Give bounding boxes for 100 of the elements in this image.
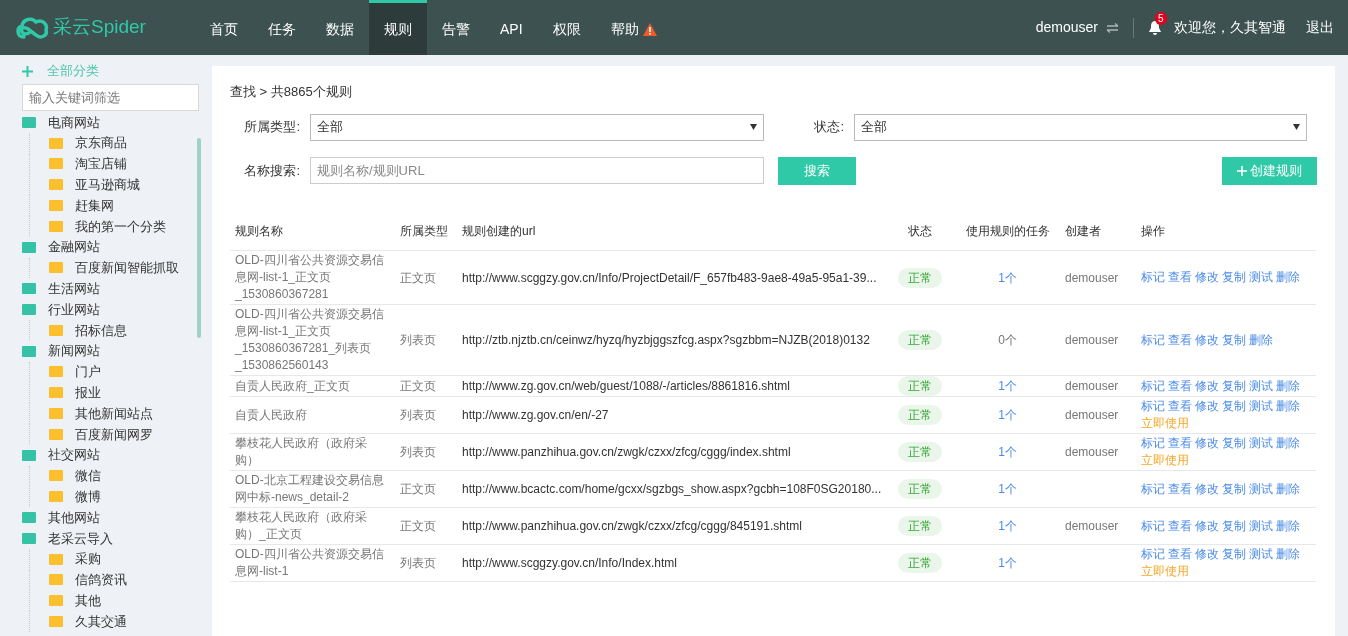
logo-text[interactable]: 采云Spider bbox=[53, 13, 146, 42]
action-link[interactable]: 复制 bbox=[1222, 269, 1246, 286]
use-now-link[interactable]: 立即使用 bbox=[1141, 563, 1189, 580]
action-link[interactable]: 测试 bbox=[1249, 435, 1273, 452]
action-link[interactable]: 测试 bbox=[1249, 398, 1273, 415]
tree-item[interactable]: 久其交通 bbox=[75, 611, 127, 632]
action-link[interactable]: 查看 bbox=[1168, 480, 1192, 498]
action-link[interactable]: 删除 bbox=[1276, 546, 1300, 563]
tree-item[interactable]: 门户 bbox=[75, 362, 101, 382]
task-count-link[interactable]: 1个 bbox=[998, 379, 1017, 393]
action-link[interactable]: 删除 bbox=[1276, 377, 1300, 395]
action-link[interactable]: 标记 bbox=[1141, 517, 1165, 535]
tree-item[interactable]: 淘宝店铺 bbox=[75, 154, 127, 174]
tree-item[interactable]: 信鸽资讯 bbox=[75, 570, 127, 590]
action-link[interactable]: 查看 bbox=[1168, 377, 1192, 395]
create-rule-button[interactable]: 创建规则 bbox=[1222, 156, 1317, 185]
action-link[interactable]: 测试 bbox=[1249, 480, 1273, 498]
action-link[interactable]: 标记 bbox=[1141, 480, 1165, 498]
tree-item[interactable]: 京东商品 bbox=[75, 133, 127, 153]
action-link[interactable]: 测试 bbox=[1249, 377, 1273, 395]
action-link[interactable]: 复制 bbox=[1222, 546, 1246, 563]
tree-item[interactable]: 我的第一个分类 bbox=[75, 216, 166, 237]
action-link[interactable]: 复制 bbox=[1222, 480, 1246, 498]
action-link[interactable]: 修改 bbox=[1195, 480, 1219, 498]
action-link[interactable]: 复制 bbox=[1222, 377, 1246, 395]
action-link[interactable]: 修改 bbox=[1195, 269, 1219, 286]
tree-item[interactable]: 行业网站 bbox=[48, 299, 100, 320]
tree-item[interactable]: 百度新闻网罗 bbox=[75, 424, 153, 445]
action-link[interactable]: 测试 bbox=[1249, 517, 1273, 535]
tree-item[interactable]: 微信 bbox=[75, 466, 101, 486]
action-link[interactable]: 删除 bbox=[1276, 398, 1300, 415]
tree-item[interactable]: 社交网站 bbox=[48, 445, 100, 465]
action-link[interactable]: 标记 bbox=[1141, 546, 1165, 563]
action-link[interactable]: 查看 bbox=[1168, 331, 1192, 349]
switch-user-icon[interactable] bbox=[1106, 22, 1119, 33]
nav-tab[interactable]: 告警 bbox=[427, 0, 485, 55]
action-link[interactable]: 标记 bbox=[1141, 331, 1165, 349]
action-link[interactable]: 查看 bbox=[1168, 269, 1192, 286]
task-count-link[interactable]: 0个 bbox=[998, 333, 1017, 347]
action-link[interactable]: 修改 bbox=[1195, 435, 1219, 452]
task-count-link[interactable]: 1个 bbox=[998, 519, 1017, 533]
tree-item[interactable]: 赶集网 bbox=[75, 195, 114, 216]
tree-item[interactable]: 报业 bbox=[75, 383, 101, 403]
use-now-link[interactable]: 立即使用 bbox=[1141, 452, 1189, 469]
use-now-link[interactable]: 立即使用 bbox=[1141, 415, 1189, 432]
action-link[interactable]: 复制 bbox=[1222, 517, 1246, 535]
task-count-link[interactable]: 1个 bbox=[998, 445, 1017, 459]
action-link[interactable]: 查看 bbox=[1168, 398, 1192, 415]
action-link[interactable]: 查看 bbox=[1168, 546, 1192, 563]
nav-tab[interactable]: 规则 bbox=[369, 0, 427, 55]
nav-tab[interactable]: 帮助 bbox=[595, 0, 672, 55]
tree-item[interactable]: 百度新闻智能抓取 bbox=[75, 258, 179, 278]
status-select[interactable]: 全部 bbox=[854, 113, 1307, 141]
tree-item[interactable]: 其他网站 bbox=[48, 507, 100, 528]
all-categories-link[interactable]: 全部分类 bbox=[47, 61, 99, 81]
action-link[interactable]: 复制 bbox=[1222, 398, 1246, 415]
tree-item[interactable]: 金融网站 bbox=[48, 237, 100, 257]
tree-item[interactable]: 其他新闻站点 bbox=[75, 403, 153, 424]
action-link[interactable]: 修改 bbox=[1195, 377, 1219, 395]
nav-tab[interactable]: 权限 bbox=[537, 0, 596, 55]
tree-item[interactable]: 新闻网站 bbox=[48, 341, 100, 361]
tree-item[interactable]: 亚马逊商城 bbox=[75, 175, 140, 195]
action-link[interactable]: 复制 bbox=[1222, 435, 1246, 452]
nav-tab[interactable]: 数据 bbox=[311, 0, 369, 55]
action-link[interactable]: 标记 bbox=[1141, 435, 1165, 452]
action-link[interactable]: 删除 bbox=[1276, 435, 1300, 452]
action-link[interactable]: 删除 bbox=[1276, 269, 1300, 286]
nav-tab[interactable]: API bbox=[485, 0, 538, 55]
action-link[interactable]: 修改 bbox=[1195, 398, 1219, 415]
username[interactable]: demouser bbox=[1035, 17, 1098, 38]
search-button[interactable]: 搜索 bbox=[778, 156, 856, 185]
tree-item[interactable]: 招标信息 bbox=[75, 320, 127, 341]
action-link[interactable]: 修改 bbox=[1195, 331, 1219, 349]
tree-item[interactable]: 生活网站 bbox=[48, 279, 100, 299]
action-link[interactable]: 查看 bbox=[1168, 517, 1192, 535]
logout-link[interactable]: 退出 bbox=[1306, 17, 1334, 38]
action-link[interactable]: 查看 bbox=[1168, 435, 1192, 452]
task-count-link[interactable]: 1个 bbox=[998, 556, 1017, 570]
action-link[interactable]: 删除 bbox=[1249, 331, 1273, 349]
tree-item[interactable]: 微博 bbox=[75, 487, 101, 507]
task-count-link[interactable]: 1个 bbox=[998, 482, 1017, 496]
search-input[interactable]: 规则名称/规则URL bbox=[310, 157, 764, 184]
action-link[interactable]: 删除 bbox=[1276, 480, 1300, 498]
action-link[interactable]: 测试 bbox=[1249, 546, 1273, 563]
action-link[interactable]: 标记 bbox=[1141, 377, 1165, 395]
tree-item[interactable]: 采购 bbox=[75, 549, 101, 569]
action-link[interactable]: 修改 bbox=[1195, 517, 1219, 535]
action-link[interactable]: 标记 bbox=[1141, 398, 1165, 415]
tree-item[interactable]: 老采云导入 bbox=[48, 528, 113, 549]
action-link[interactable]: 标记 bbox=[1141, 269, 1165, 286]
tree-item[interactable]: 电商网站 bbox=[48, 112, 100, 133]
action-link[interactable]: 修改 bbox=[1195, 546, 1219, 563]
task-count-link[interactable]: 1个 bbox=[998, 270, 1017, 285]
task-count-link[interactable]: 1个 bbox=[998, 408, 1017, 422]
nav-tab[interactable]: 任务 bbox=[253, 0, 311, 55]
nav-tab[interactable]: 首页 bbox=[195, 0, 253, 55]
tree-item[interactable]: 其他 bbox=[75, 590, 101, 611]
filter-input[interactable]: 输入关键词筛选 bbox=[22, 84, 199, 111]
action-link[interactable]: 复制 bbox=[1222, 331, 1246, 349]
type-select[interactable]: 全部 bbox=[310, 113, 764, 141]
